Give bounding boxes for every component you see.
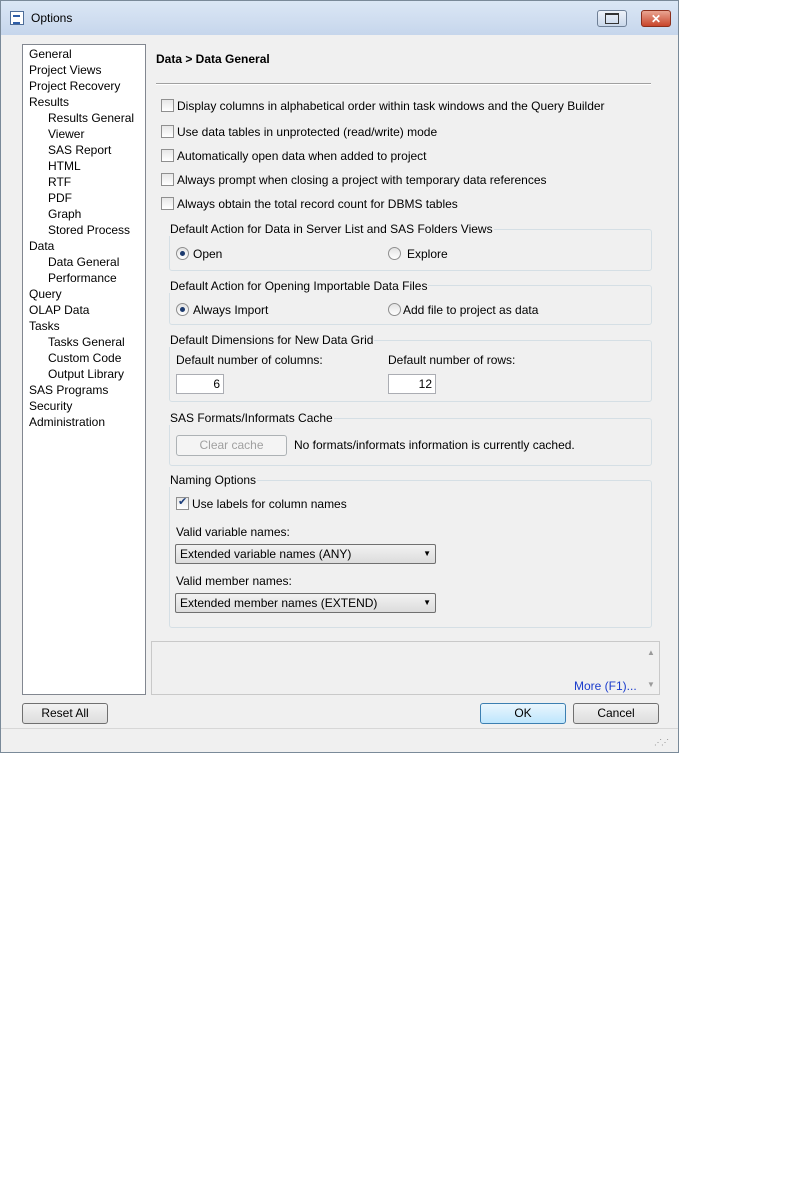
columns-input[interactable]: 6 <box>176 374 224 394</box>
nav-item-results[interactable]: Results <box>29 94 69 110</box>
nav-item-results-general[interactable]: Results General <box>48 110 134 126</box>
restore-button[interactable] <box>597 10 627 27</box>
options-app-icon <box>10 11 24 25</box>
nav-item-general[interactable]: General <box>29 46 72 62</box>
prompt-closing-checkbox[interactable] <box>161 173 174 186</box>
window-title: Options <box>31 11 73 25</box>
settings-panel: Data > Data General Display columns in a… <box>151 44 661 641</box>
member-names-label: Valid member names: <box>176 574 292 588</box>
use-labels-label: Use labels for column names <box>192 497 347 511</box>
nav-item-tasks-general[interactable]: Tasks General <box>48 334 125 350</box>
use-labels-checkbox[interactable] <box>176 495 189 510</box>
record-count-checkbox[interactable] <box>161 197 174 210</box>
open-radio[interactable] <box>176 247 189 260</box>
nav-item-administration[interactable]: Administration <box>29 414 105 430</box>
variable-names-label: Valid variable names: <box>176 525 290 539</box>
auto-open-label: Automatically open data when added to pr… <box>177 149 427 163</box>
nav-item-tasks[interactable]: Tasks <box>29 318 60 334</box>
add-file-label: Add file to project as data <box>403 303 539 317</box>
restore-icon <box>605 13 619 24</box>
always-import-radio[interactable] <box>176 303 189 316</box>
record-count-label: Always obtain the total record count for… <box>177 197 458 211</box>
prompt-closing-label: Always prompt when closing a project wit… <box>177 173 547 187</box>
nav-item-project-recovery[interactable]: Project Recovery <box>29 78 120 94</box>
options-tree[interactable]: General Project Views Project Recovery Resu… <box>22 44 146 695</box>
page-title: Data > Data General <box>156 52 270 66</box>
nav-item-data-general[interactable]: Data General <box>48 254 119 270</box>
heading-divider <box>156 83 651 85</box>
nav-item-sas-programs[interactable]: SAS Programs <box>29 382 108 398</box>
options-dialog: Options ✕ General Project Views Project Re… <box>0 0 679 753</box>
always-import-label: Always Import <box>193 303 269 317</box>
unprotected-mode-label: Use data tables in unprotected (read/wri… <box>177 125 438 139</box>
unprotected-mode-checkbox[interactable] <box>161 125 174 138</box>
nav-item-html[interactable]: HTML <box>48 158 81 174</box>
help-area: ▲ ▼ More (F1)... <box>151 641 660 695</box>
cache-title: SAS Formats/Informats Cache <box>169 411 334 425</box>
nav-item-security[interactable]: Security <box>29 398 72 414</box>
member-names-value: Extended member names (EXTEND) <box>180 596 378 610</box>
status-bar: ⋰⋰ <box>1 728 678 753</box>
data-grid-title: Default Dimensions for New Data Grid <box>169 333 375 347</box>
variable-names-value: Extended variable names (ANY) <box>180 547 352 561</box>
rows-label: Default number of rows: <box>388 353 516 367</box>
rows-input[interactable]: 12 <box>388 374 436 394</box>
explore-radio-label: Explore <box>407 247 448 261</box>
nav-item-data[interactable]: Data <box>29 238 54 254</box>
alphabetical-order-checkbox[interactable] <box>161 99 174 112</box>
nav-item-viewer[interactable]: Viewer <box>48 126 84 142</box>
close-button[interactable]: ✕ <box>641 10 671 27</box>
cache-status: No formats/informats information is curr… <box>294 438 575 452</box>
nav-item-sas-report[interactable]: SAS Report <box>48 142 111 158</box>
open-radio-label: Open <box>193 247 223 261</box>
cancel-button[interactable]: Cancel <box>573 703 659 724</box>
auto-open-checkbox[interactable] <box>161 149 174 162</box>
nav-item-query[interactable]: Query <box>29 286 62 302</box>
more-help-link[interactable]: More (F1)... <box>574 679 637 693</box>
nav-item-pdf[interactable]: PDF <box>48 190 72 206</box>
reset-all-button[interactable]: Reset All <box>22 703 108 724</box>
variable-names-select[interactable]: Extended variable names (ANY) ▼ <box>175 544 436 564</box>
member-names-select[interactable]: Extended member names (EXTEND) ▼ <box>175 593 436 613</box>
naming-title: Naming Options <box>169 473 258 487</box>
title-bar: Options ✕ <box>1 1 678 35</box>
nav-item-graph[interactable]: Graph <box>48 206 81 222</box>
nav-item-stored-process[interactable]: Stored Process <box>48 222 130 238</box>
clear-cache-button[interactable]: Clear cache <box>176 435 287 456</box>
columns-label: Default number of columns: <box>176 353 323 367</box>
explore-radio[interactable] <box>388 247 401 260</box>
alphabetical-order-label: Display columns in alphabetical order wi… <box>177 99 605 113</box>
nav-item-output-library[interactable]: Output Library <box>48 366 124 382</box>
ok-button[interactable]: OK <box>480 703 566 724</box>
nav-item-rtf[interactable]: RTF <box>48 174 71 190</box>
import-action-title: Default Action for Opening Importable Da… <box>169 279 429 293</box>
help-scrollbar[interactable]: ▲ ▼ <box>643 642 659 694</box>
nav-item-project-views[interactable]: Project Views <box>29 62 101 78</box>
dropdown-arrow-icon: ▼ <box>423 598 431 607</box>
scroll-down-icon[interactable]: ▼ <box>647 680 655 689</box>
nav-item-custom-code[interactable]: Custom Code <box>48 350 121 366</box>
scroll-up-icon[interactable]: ▲ <box>647 648 655 657</box>
default-action-title: Default Action for Data in Server List a… <box>169 222 494 236</box>
resize-grip-icon[interactable]: ⋰⋰ <box>654 738 669 747</box>
close-icon: ✕ <box>650 11 662 26</box>
nav-item-performance[interactable]: Performance <box>48 270 117 286</box>
dropdown-arrow-icon: ▼ <box>423 549 431 558</box>
add-file-radio[interactable] <box>388 303 401 316</box>
nav-item-olap-data[interactable]: OLAP Data <box>29 302 89 318</box>
